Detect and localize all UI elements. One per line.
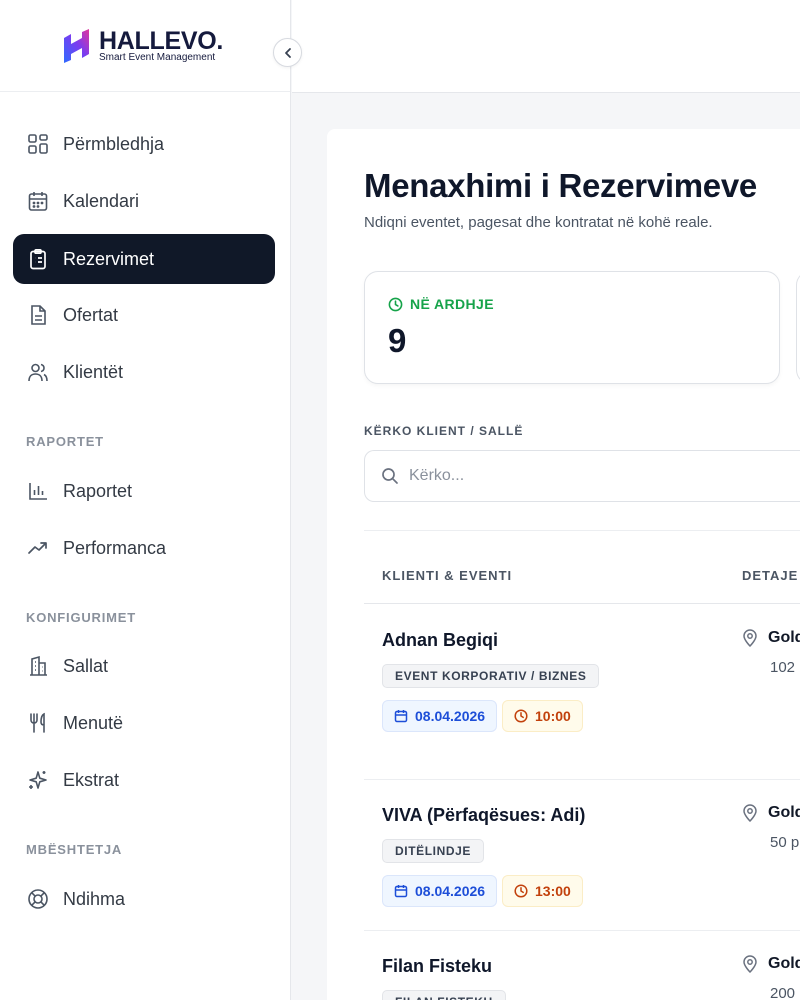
stat-label: NË ARDHJE xyxy=(388,296,494,312)
stat-value: 9 xyxy=(388,322,407,359)
nav-item-sallat[interactable]: Sallat xyxy=(13,641,275,691)
table-row[interactable]: Filan Fisteku FILAN FISTEKU Gold 200 xyxy=(364,931,800,1000)
column-header-details: DETAJE xyxy=(742,568,799,583)
chevron-left-icon xyxy=(284,47,291,58)
sparkles-icon xyxy=(26,768,50,792)
table-row[interactable]: VIVA (Përfaqësues: Adi) DITËLINDJE 08.04… xyxy=(364,780,800,930)
nav-section-mbeshtetja: MBËSHTETJA xyxy=(26,842,123,857)
nav-label: Rezervimet xyxy=(63,248,155,269)
date-chip: 08.04.2026 xyxy=(382,700,498,732)
nav-label: Ekstrat xyxy=(63,769,120,790)
clipboard-list-icon xyxy=(26,247,50,271)
guest-count: 102 p xyxy=(770,659,800,676)
nav-item-klientet[interactable]: Klientët xyxy=(13,347,275,397)
hallevo-logo-icon xyxy=(64,29,89,63)
lifebuoy-icon xyxy=(26,887,50,911)
search-input[interactable] xyxy=(409,467,789,485)
table-top-divider xyxy=(364,530,800,531)
nav-label: Klientët xyxy=(63,361,124,382)
search-box xyxy=(364,450,800,502)
document-icon xyxy=(26,303,50,327)
search-icon xyxy=(382,468,398,484)
collapse-sidebar-button[interactable] xyxy=(273,38,302,67)
bookings-panel: Menaxhimi i Rezervimeve Ndiqni eventet, … xyxy=(327,129,800,1000)
page-subtitle: Ndiqni eventet, pagesat dhe kontratat në… xyxy=(364,214,713,231)
stat-card-next[interactable] xyxy=(796,271,800,384)
nav-item-ofertat[interactable]: Ofertat xyxy=(13,290,275,340)
bar-chart-icon xyxy=(26,479,50,503)
trending-up-icon xyxy=(26,536,50,560)
nav-item-rezervimet[interactable]: Rezervimet xyxy=(13,234,275,284)
time-chip: 10:00 xyxy=(502,700,583,732)
top-bar xyxy=(292,0,800,93)
client-name: Adnan Begiqi xyxy=(382,630,498,650)
brand-name: HALLEVO. xyxy=(99,27,223,55)
nav-label: Raportet xyxy=(63,480,133,501)
nav-item-raportet[interactable]: Raportet xyxy=(13,466,275,516)
users-icon xyxy=(26,360,50,384)
calendar-icon xyxy=(26,189,50,213)
nav-item-ekstrat[interactable]: Ekstrat xyxy=(13,755,275,805)
guest-count: 200 xyxy=(770,985,796,1000)
time-chip: 13:00 xyxy=(502,875,583,907)
nav-label: Ofertat xyxy=(63,304,119,325)
map-pin-icon xyxy=(743,955,757,973)
nav-label: Përmbledhja xyxy=(63,133,165,154)
venue-name: Gold xyxy=(742,804,800,822)
event-type-badge: EVENT KORPORATIV / BIZNES xyxy=(382,664,600,688)
calendar-icon xyxy=(394,710,408,723)
sidebar: HALLEVO. Smart Event Management Përmbled… xyxy=(0,0,302,1000)
nav-label: Performanca xyxy=(63,537,167,558)
clock-icon xyxy=(514,709,528,723)
venue-name: Gold xyxy=(742,629,800,647)
calendar-icon xyxy=(394,885,408,898)
nav-label: Kalendari xyxy=(63,190,140,211)
nav-label: Sallat xyxy=(63,655,109,676)
nav-item-permbledhja[interactable]: Përmbledhja xyxy=(13,119,275,169)
nav-item-menute[interactable]: Menutë xyxy=(13,698,275,748)
brand-header: HALLEVO. Smart Event Management xyxy=(0,0,290,92)
clock-icon xyxy=(388,297,403,311)
search-label: KËRKO KLIENT / SALLË xyxy=(364,424,524,438)
dashboard-icon xyxy=(26,132,50,156)
stat-card-upcoming[interactable]: NË ARDHJE 9 xyxy=(364,271,780,384)
event-type-badge: DITËLINDJE xyxy=(382,839,485,863)
date-chip: 08.04.2026 xyxy=(382,875,498,907)
page-title: Menaxhimi i Rezervimeve xyxy=(364,167,757,204)
client-name: VIVA (Përfaqësues: Adi) xyxy=(382,805,586,825)
event-type-badge: FILAN FISTEKU xyxy=(382,990,506,1000)
nav-item-ndihma[interactable]: Ndihma xyxy=(13,874,275,924)
column-header-client: KLIENTI & EVENTI xyxy=(382,568,513,583)
table-row[interactable]: Adnan Begiqi EVENT KORPORATIV / BIZNES 0… xyxy=(364,604,800,779)
venue-name: Gold xyxy=(742,955,800,973)
nav-section-raportet: RAPORTET xyxy=(26,434,104,449)
nav-item-kalendari[interactable]: Kalendari xyxy=(13,176,275,226)
clock-icon xyxy=(514,884,528,898)
map-pin-icon xyxy=(743,629,757,647)
brand-tagline: Smart Event Management xyxy=(99,52,216,63)
nav-section-konfigurimet: KONFIGURIMET xyxy=(26,610,136,625)
nav-label: Ndihma xyxy=(63,888,126,909)
nav-item-performanca[interactable]: Performanca xyxy=(13,523,275,573)
client-name: Filan Fisteku xyxy=(382,956,493,976)
guest-count: 50 p xyxy=(770,834,800,851)
nav-label: Menutë xyxy=(63,712,124,733)
map-pin-icon xyxy=(743,804,757,822)
building-icon xyxy=(26,654,50,678)
utensils-icon xyxy=(26,711,50,735)
